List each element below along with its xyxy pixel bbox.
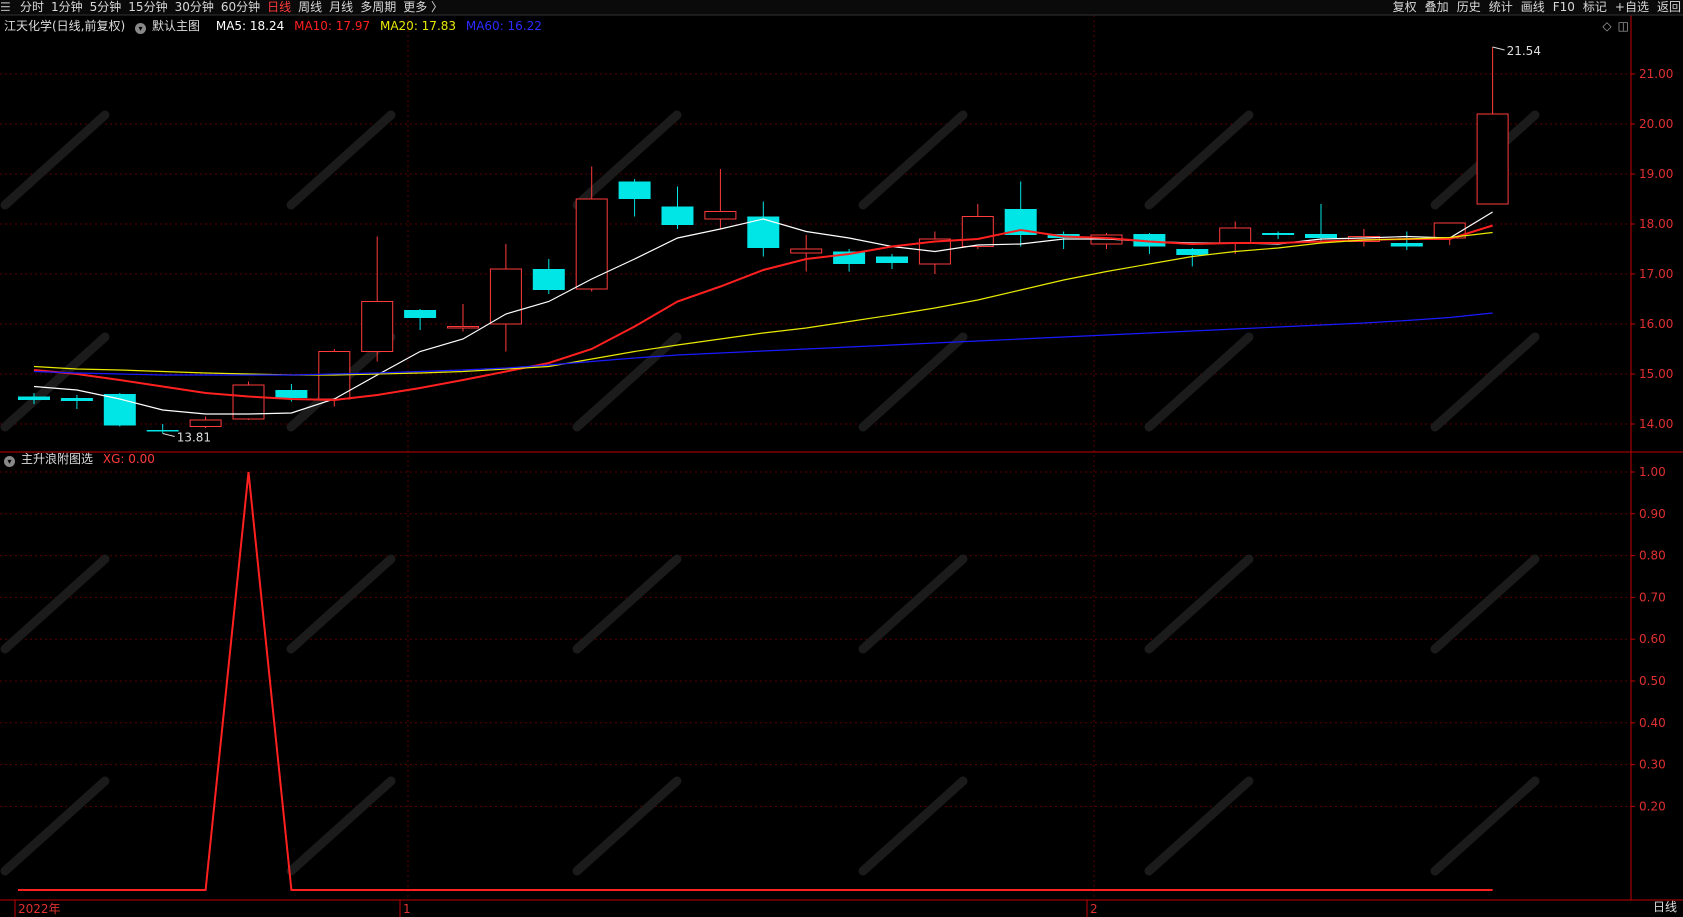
ma-lines: 13.81 21.54 (33, 44, 1541, 445)
xg-tick-label-0: 0.20 (1639, 799, 1666, 813)
candle-body-28 (1219, 227, 1252, 244)
watermark-20 (572, 776, 682, 876)
watermark-8 (572, 332, 682, 432)
candle-body-32 (1390, 243, 1423, 247)
axes-layer: 14.0015.0016.0017.0018.0019.0020.0021.00… (0, 14, 1683, 917)
xg-tick-label-8: 1.00 (1639, 465, 1666, 479)
ma-line-ma60 (33, 312, 1493, 376)
price-tick-label-6: 20.00 (1639, 117, 1673, 131)
kline-chart[interactable]: 13.81 21.54 14.00 15.00 16.00 17.00 18.00 19.0… (0, 0, 1683, 917)
grid-layer (0, 15, 1631, 900)
candle-body-18 (790, 248, 823, 254)
watermark-1 (286, 110, 396, 210)
candle-body-22 (961, 216, 994, 247)
candle-body-11 (489, 268, 522, 325)
candle-body-3 (146, 430, 179, 432)
watermark-23 (1430, 776, 1540, 876)
candle-body-1 (60, 398, 93, 401)
candle-body-16 (704, 211, 737, 220)
watermark-6 (0, 332, 110, 432)
watermark-13 (286, 554, 396, 654)
candle-body-10 (447, 326, 479, 329)
price-tick-label-1: 15.00 (1639, 367, 1673, 381)
low-marker-label: 13.81 (177, 431, 211, 445)
watermark-10 (1144, 332, 1254, 432)
xg-tick-label-3: 0.50 (1639, 674, 1666, 688)
watermark-14 (572, 554, 682, 654)
price-tick-label-7: 21.00 (1639, 67, 1673, 81)
xg-tick-label-1: 0.30 (1639, 758, 1666, 772)
high-marker-line (1492, 46, 1505, 51)
candle-body-15 (661, 206, 694, 225)
watermark-11 (1430, 332, 1540, 432)
candle-body-27 (1176, 249, 1209, 255)
period-indicator[interactable]: 日线 (1653, 898, 1677, 915)
watermark-0 (0, 110, 110, 210)
date-label-2: 2 (1090, 902, 1098, 916)
high-marker-label: 21.54 (1507, 44, 1541, 58)
candle-body-0 (18, 396, 50, 400)
price-tick-label-2: 16.00 (1639, 317, 1673, 331)
watermark-4 (1144, 110, 1254, 210)
watermark-9 (858, 332, 968, 432)
candle-body-9 (404, 310, 437, 318)
low-marker-line (162, 433, 175, 437)
watermark-22 (1144, 776, 1254, 876)
candle-body-8 (361, 301, 394, 352)
candle-body-4 (189, 419, 222, 427)
watermark-15 (858, 554, 968, 654)
price-tick-label-0: 14.00 (1639, 417, 1673, 431)
candle-body-30 (1305, 234, 1337, 238)
date-label-0: 2022年 (18, 902, 61, 916)
candle-body-14 (618, 181, 651, 199)
candle-body-6 (275, 390, 308, 398)
price-tick-label-3: 17.00 (1639, 267, 1673, 281)
watermark-16 (1144, 554, 1254, 654)
watermark-12 (0, 554, 110, 654)
price-tick-label-5: 19.00 (1639, 167, 1673, 181)
date-label-1: 1 (403, 902, 411, 916)
watermark-21 (858, 776, 968, 876)
candle-body-13 (575, 198, 608, 290)
candle-body-20 (876, 256, 908, 263)
candle-body-34 (1476, 113, 1509, 205)
xg-tick-label-2: 0.40 (1639, 716, 1666, 730)
price-tick-label-4: 18.00 (1639, 217, 1673, 231)
xg-tick-label-5: 0.70 (1639, 590, 1666, 604)
watermark-3 (858, 110, 968, 210)
candle-body-29 (1262, 233, 1295, 235)
candle-body-12 (532, 269, 565, 290)
xg-tick-label-7: 0.90 (1639, 507, 1666, 521)
watermark-19 (286, 776, 396, 876)
xg-tick-label-4: 0.60 (1639, 632, 1666, 646)
watermark-18 (0, 776, 110, 876)
watermark-17 (1430, 554, 1540, 654)
xg-tick-label-6: 0.80 (1639, 549, 1666, 563)
